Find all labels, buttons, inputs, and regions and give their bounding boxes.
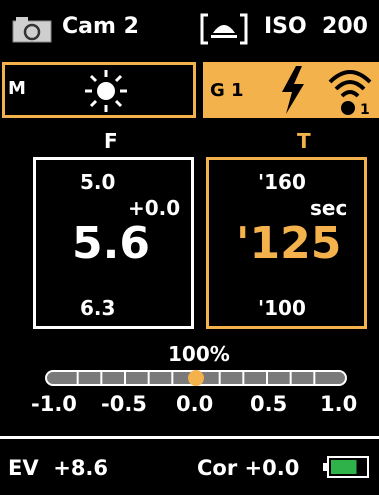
wireless-icon: 1 — [328, 70, 372, 116]
correction-value: Cor +0.0 — [197, 456, 300, 480]
tick-label: -1.0 — [31, 392, 77, 416]
mode-letter: M — [8, 78, 26, 99]
power-label: 100% — [168, 342, 230, 366]
group-label: G 1 — [210, 80, 244, 101]
tick-label: 0.5 — [250, 392, 288, 416]
shutter-value: '125 — [236, 218, 342, 269]
ev-value: EV +8.6 — [8, 456, 109, 480]
shutter-lower: '100 — [258, 296, 306, 320]
power-slider[interactable] — [44, 368, 348, 388]
camera-name[interactable]: Cam 2 — [62, 14, 139, 39]
shutter-header: T — [297, 129, 311, 153]
aperture-value: 5.6 — [72, 218, 150, 269]
tick-label: 1.0 — [320, 392, 358, 416]
tick-label: 0.0 — [176, 392, 214, 416]
aperture-lower: 6.3 — [80, 296, 116, 320]
aperture-compensation: +0.0 — [128, 196, 181, 220]
divider — [0, 436, 379, 439]
iso-value[interactable]: ISO 200 — [264, 14, 368, 39]
wireless-channel: 1 — [360, 102, 370, 116]
bracket-flash-icon — [200, 13, 248, 45]
camera-icon — [12, 17, 52, 43]
aperture-upper: 5.0 — [80, 170, 116, 194]
slider-knob[interactable] — [188, 370, 204, 386]
sun-icon — [85, 70, 127, 112]
shutter-upper: '160 — [258, 170, 306, 194]
shutter-unit: sec — [310, 196, 348, 220]
aperture-header: F — [104, 129, 118, 153]
battery-icon — [323, 456, 369, 478]
lightning-bolt-icon — [282, 66, 304, 114]
tick-label: -0.5 — [101, 392, 147, 416]
